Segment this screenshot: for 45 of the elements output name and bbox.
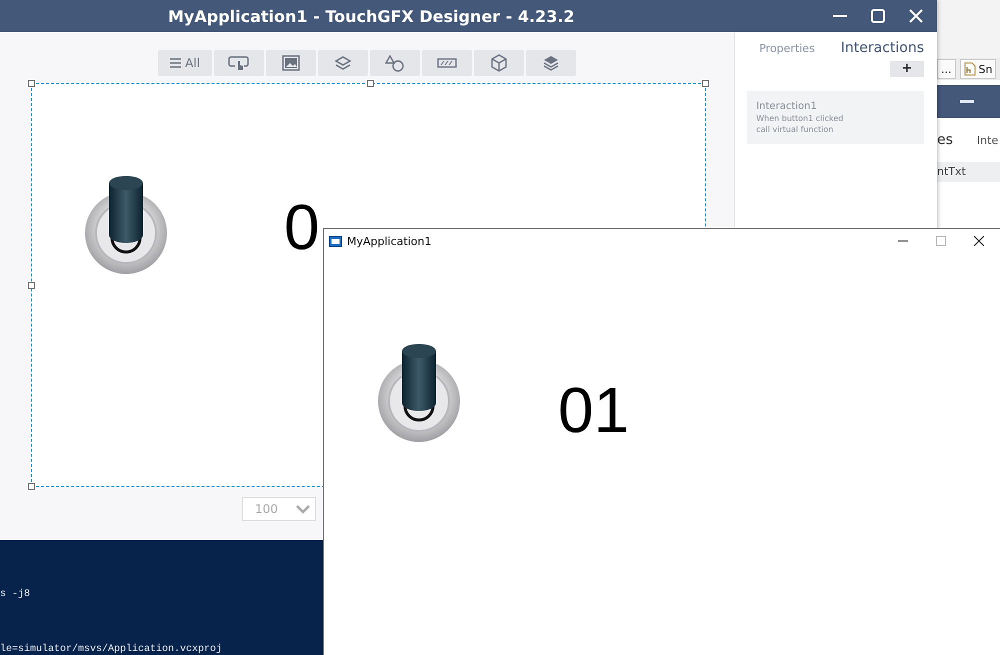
- widget-group-button[interactable]: [214, 50, 264, 76]
- counter-text: 01: [558, 373, 630, 447]
- file-icon: [964, 62, 976, 76]
- menu-icon: [170, 58, 182, 68]
- widget-group-button[interactable]: [370, 50, 420, 76]
- resize-handle[interactable]: [28, 483, 35, 490]
- app-icon: [329, 236, 342, 246]
- widget-group-button[interactable]: [318, 50, 368, 76]
- maximize-icon: [936, 236, 946, 246]
- terminal-line: s -j8: [0, 589, 32, 600]
- window-title: MyApplication1: [347, 234, 432, 248]
- interaction-name: Interaction1: [756, 101, 818, 112]
- layers-icon: [334, 55, 352, 71]
- file-tab[interactable]: ...: [937, 59, 956, 79]
- counter-text: 0: [284, 190, 320, 264]
- panel-tab[interactable]: es: [937, 132, 953, 148]
- cube-icon: [490, 54, 508, 72]
- panel-tab[interactable]: Interactions: [840, 40, 924, 56]
- file-tab[interactable]: Sn: [960, 59, 996, 79]
- widget-group-button[interactable]: [422, 50, 472, 76]
- panel-tab[interactable]: Inte: [976, 134, 998, 146]
- resize-handle[interactable]: [28, 80, 35, 87]
- toggle-switch-drawing[interactable]: [376, 343, 462, 443]
- resize-handle[interactable]: [702, 80, 709, 87]
- progress-bar-icon: [437, 57, 458, 69]
- shapes-icon: [385, 54, 406, 72]
- terminal-line: le=simulator/msvs/Application.vcxproj: [0, 644, 224, 655]
- resize-handle[interactable]: [28, 282, 35, 289]
- interaction-action: call virtual function: [756, 125, 834, 134]
- toggle-switch-drawing[interactable]: [83, 175, 169, 275]
- widget-group-button[interactable]: [266, 50, 316, 76]
- resize-handle[interactable]: [367, 80, 374, 87]
- widget-group-button[interactable]: [526, 50, 576, 76]
- maximize-icon[interactable]: [870, 8, 886, 24]
- interaction-trigger: When button1 clicked: [756, 114, 844, 123]
- all-widgets-button[interactable]: All: [158, 50, 212, 76]
- image-icon: [282, 55, 300, 71]
- chevron-down-icon: [296, 504, 310, 514]
- touch-icon: [228, 55, 250, 71]
- window-title: MyApplication1 - TouchGFX Designer - 4.23.2: [168, 6, 575, 26]
- list-row[interactable]: ntTxt: [937, 162, 1000, 182]
- widget-group-button[interactable]: [474, 50, 524, 76]
- add-interaction-button[interactable]: +: [890, 61, 924, 77]
- close-icon[interactable]: [974, 236, 984, 246]
- stack-icon: [542, 55, 560, 71]
